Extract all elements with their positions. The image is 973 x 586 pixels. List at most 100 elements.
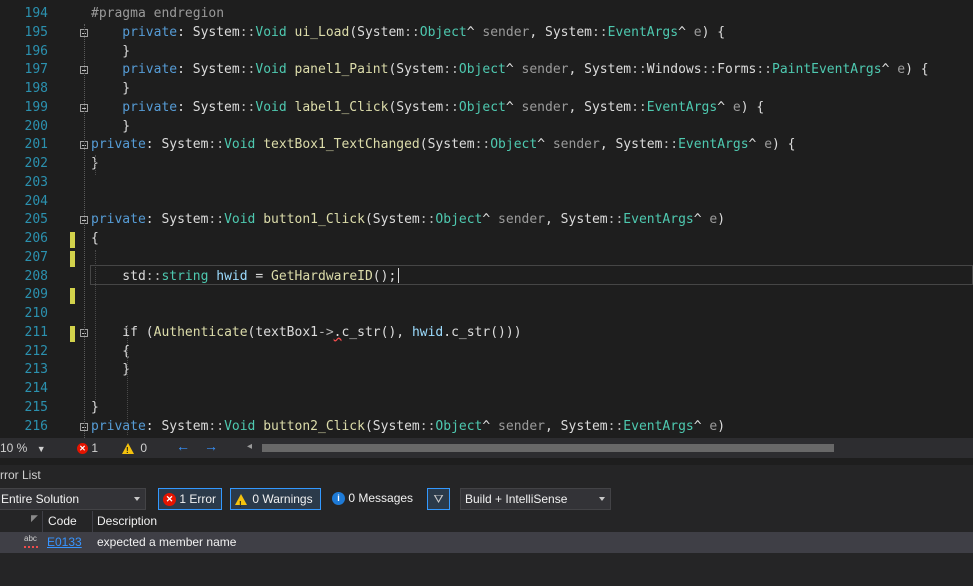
- code-line[interactable]: 194 #pragma endregion: [0, 5, 973, 24]
- code-token: sender: [552, 137, 600, 153]
- column-sort-icon: ◤: [31, 513, 38, 523]
- zoom-value: 10 %: [0, 441, 28, 455]
- code-token: label1_Click: [294, 99, 389, 115]
- code-line[interactable]: 211 if (Authenticate(textBox1->.c_str(),…: [0, 324, 973, 343]
- code-line[interactable]: 201 private: System::Void textBox1_TextCh…: [0, 136, 973, 155]
- code-token: :: [177, 62, 193, 78]
- code-token: ^: [693, 418, 710, 434]
- warnings-filter-button[interactable]: 0 Warnings: [230, 488, 321, 515]
- code-line[interactable]: 203: [0, 174, 973, 193]
- line-code: }: [91, 361, 130, 380]
- line-number: 208: [24, 268, 48, 284]
- code-token: Void: [224, 418, 256, 434]
- code-editor[interactable]: 194 #pragma endregion 195 private: System:…: [0, 0, 973, 438]
- code-line[interactable]: 213 }: [0, 361, 973, 380]
- code-token: EventArgs: [678, 137, 749, 153]
- table-row[interactable]: abc E0133 expected a member name: [0, 532, 973, 553]
- zoom-level[interactable]: 10 % ▼: [0, 441, 46, 456]
- code-token: }: [91, 43, 131, 59]
- warning-icon: [122, 443, 134, 458]
- code-line[interactable]: 212 {: [0, 343, 973, 362]
- code-token: ::: [419, 212, 436, 228]
- change-marker: [70, 288, 75, 305]
- error-code-link[interactable]: E0133: [47, 535, 82, 549]
- code-line[interactable]: 202}: [0, 155, 973, 174]
- code-line[interactable]: 209: [0, 286, 973, 305]
- navigate-backward-button[interactable]: ←: [176, 439, 190, 453]
- code-line[interactable]: 195 private: System::Void ui_Load(System…: [0, 24, 973, 43]
- code-token: ^: [748, 137, 765, 153]
- line-number: 201: [24, 137, 48, 153]
- code-token: ,: [568, 62, 585, 78]
- code-token: Void: [224, 137, 256, 153]
- code-line[interactable]: 197 private: System::Void panel1_Paint(S…: [0, 61, 973, 80]
- error-description: expected a member name: [97, 535, 237, 549]
- code-token: sender: [498, 418, 546, 434]
- code-token: (: [349, 24, 358, 40]
- warning-count-indicator[interactable]: 0: [122, 441, 147, 458]
- column-header-description[interactable]: Description: [92, 511, 973, 532]
- line-code: private: System::Void label1_Click(Syste…: [91, 99, 764, 118]
- code-token: ) {: [772, 137, 796, 153]
- code-line[interactable]: 205 private: System::Void button1_Click(S…: [0, 211, 973, 230]
- build-filter-value: Build + IntelliSense: [465, 492, 568, 506]
- code-token: ,: [545, 212, 561, 228]
- line-number: 210: [24, 306, 48, 321]
- line-code: private: System::Void button2_Click(Syst…: [91, 418, 725, 437]
- code-line[interactable]: 204: [0, 193, 973, 212]
- error-count-indicator[interactable]: ✕ 1: [77, 441, 98, 455]
- indent-guide: [95, 155, 96, 175]
- code-token: ^: [482, 212, 499, 228]
- code-token: sender: [521, 99, 569, 115]
- code-token: Object: [435, 212, 483, 228]
- code-token: e: [693, 24, 702, 40]
- code-token: :: [145, 418, 162, 434]
- scope-dropdown[interactable]: Entire Solution: [0, 488, 146, 510]
- code-line[interactable]: 199 private: System::Void label1_Click(S…: [0, 99, 973, 118]
- code-token: ^: [466, 24, 483, 40]
- line-number: 215: [24, 399, 48, 415]
- horizontal-scrollbar-thumb[interactable]: [262, 444, 834, 452]
- code-token: ())): [490, 324, 522, 340]
- line-code: {: [91, 230, 99, 249]
- build-filter-dropdown[interactable]: Build + IntelliSense: [460, 488, 611, 510]
- scroll-left-icon[interactable]: ◂: [247, 440, 252, 454]
- line-number: 216: [24, 418, 48, 434]
- code-line[interactable]: 200 }: [0, 118, 973, 137]
- code-token: ) {: [905, 62, 929, 78]
- line-number: 209: [24, 287, 48, 303]
- line-number: 213: [24, 362, 48, 378]
- errors-filter-button[interactable]: ✕ 1 Error: [158, 488, 222, 510]
- filter-toggle-button[interactable]: ⛛: [427, 488, 450, 510]
- code-line[interactable]: 210: [0, 305, 973, 324]
- code-token: PaintEventArgs: [772, 62, 882, 78]
- code-line[interactable]: 198 }: [0, 80, 973, 99]
- code-token: e: [764, 137, 773, 153]
- code-token: System: [560, 212, 608, 228]
- code-token: if: [91, 324, 138, 340]
- code-token: Void: [255, 99, 287, 115]
- line-number: 200: [24, 118, 48, 134]
- code-token: ::: [419, 418, 436, 434]
- code-token: ^: [881, 62, 898, 78]
- code-token: ) {: [740, 99, 765, 115]
- code-token: ::: [443, 62, 459, 78]
- code-token: Object: [490, 137, 538, 153]
- messages-filter-button[interactable]: i 0 Messages: [330, 488, 420, 510]
- code-line[interactable]: 216 private: System::Void button2_Click(S…: [0, 418, 973, 437]
- code-token: Void: [255, 24, 287, 40]
- code-line[interactable]: 196 }: [0, 43, 973, 62]
- line-number: 199: [24, 99, 48, 115]
- code-token: ::: [701, 62, 718, 78]
- code-line[interactable]: 215}: [0, 399, 973, 418]
- code-token: ::: [208, 212, 225, 228]
- line-number: 206: [24, 231, 48, 246]
- code-line[interactable]: 206 {: [0, 230, 973, 249]
- code-token: }: [91, 118, 131, 134]
- navigate-forward-button[interactable]: →: [204, 439, 218, 453]
- code-token: ,: [599, 137, 616, 153]
- column-header-code[interactable]: Code: [42, 511, 93, 532]
- code-token: ::: [404, 24, 420, 40]
- code-line[interactable]: 214: [0, 380, 973, 399]
